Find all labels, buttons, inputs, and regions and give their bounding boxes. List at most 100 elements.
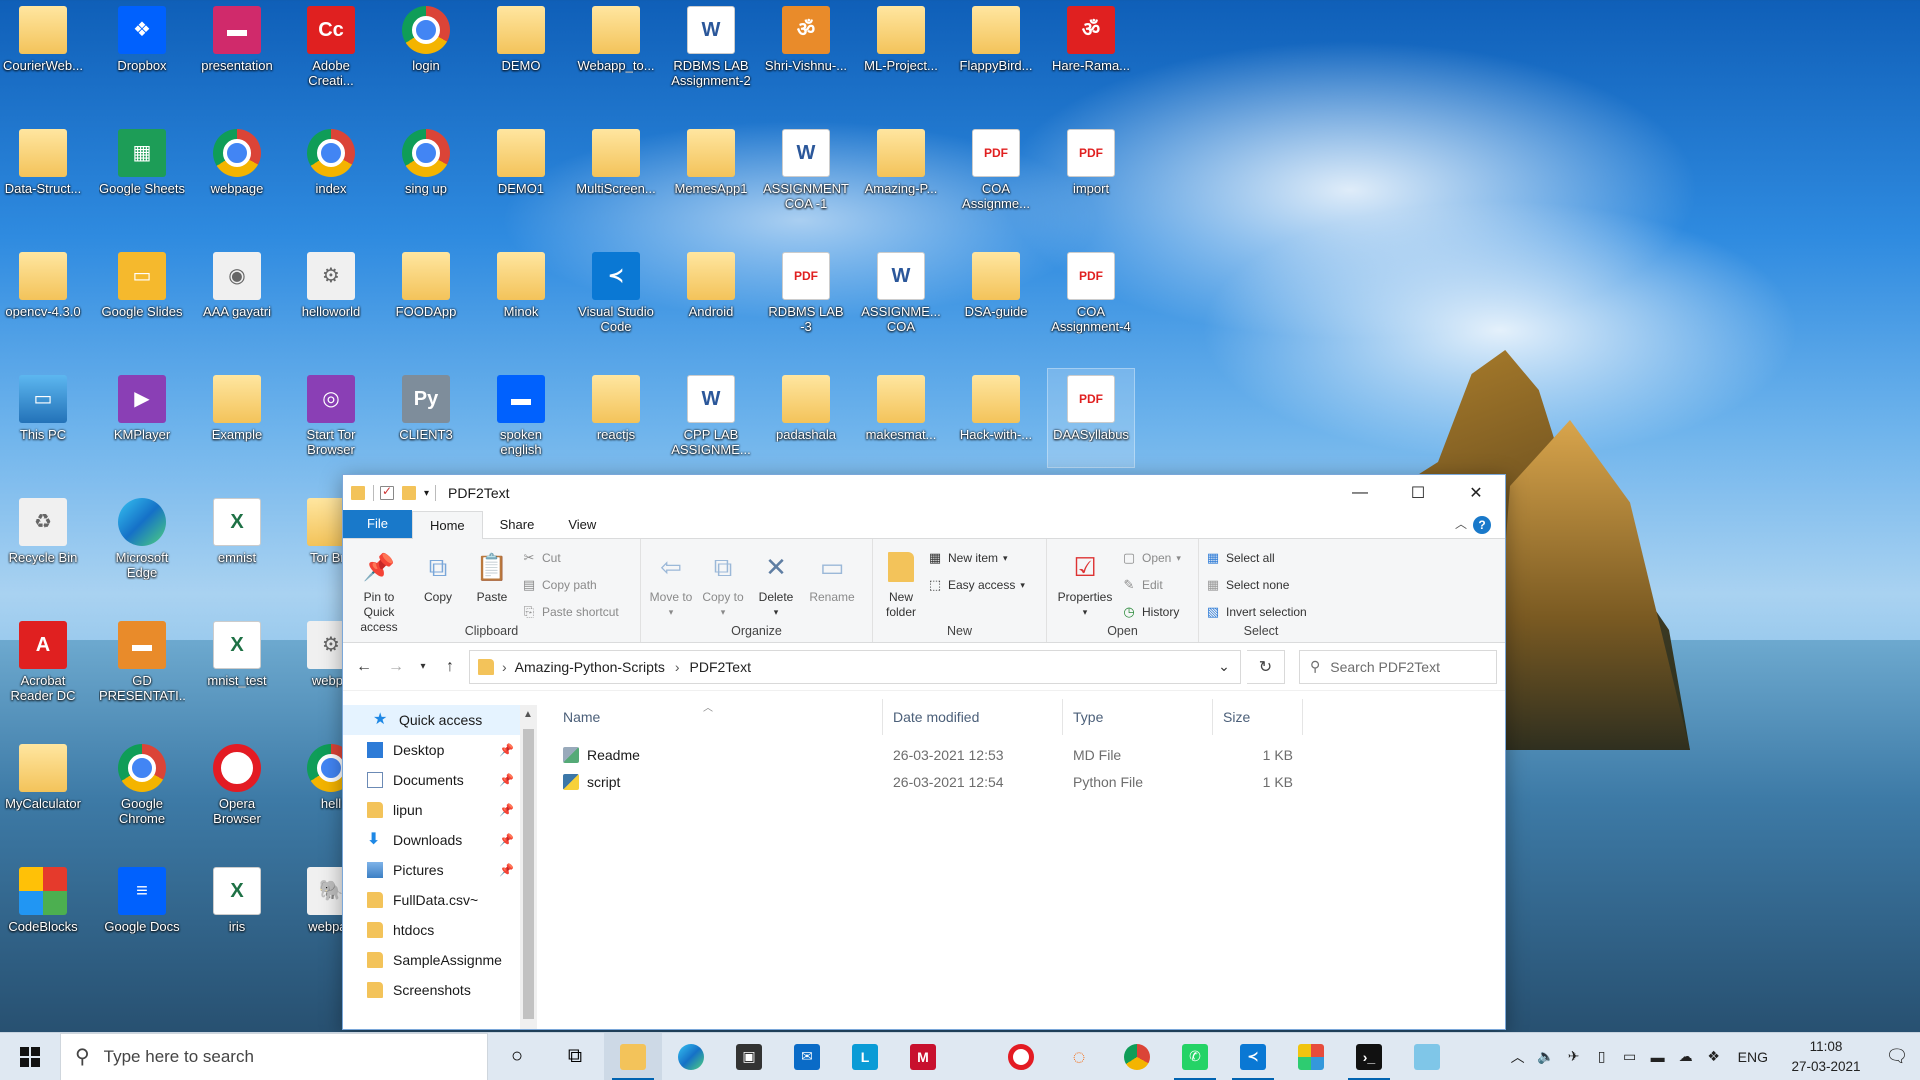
column-size[interactable]: Size: [1213, 699, 1303, 735]
column-date-modified[interactable]: Date modified: [883, 699, 1063, 735]
desktop-shortcut[interactable]: opencv-4.3.0: [0, 246, 86, 344]
clock[interactable]: 11:08 27-03-2021: [1778, 1037, 1874, 1077]
table-row[interactable]: script 26-03-2021 12:54 Python File 1 KB: [553, 768, 1505, 795]
desktop-shortcut[interactable]: ⚙ helloworld: [288, 246, 374, 344]
column-name[interactable]: Name ︿: [553, 699, 883, 735]
desktop-shortcut[interactable]: PDF DAASyllabus: [1047, 368, 1135, 468]
cut-button[interactable]: ✂ Cut: [521, 547, 619, 569]
sidebar-item[interactable]: FullData.csv~: [343, 885, 520, 915]
desktop-shortcut[interactable]: W CPP LAB ASSIGNME...: [668, 369, 754, 467]
minimize-icon[interactable]: —: [1331, 475, 1389, 511]
desktop-shortcut[interactable]: DEMO1: [478, 123, 564, 221]
desktop-shortcut[interactable]: PDF COA Assignme...: [953, 123, 1039, 221]
chrome-taskbar-icon[interactable]: [1108, 1033, 1166, 1080]
desktop-shortcut[interactable]: ▬ spoken english: [478, 369, 564, 467]
maximize-icon[interactable]: ☐: [1389, 475, 1447, 511]
select-none-button[interactable]: ▦ Select none: [1205, 574, 1307, 596]
pin-icon[interactable]: 📌: [499, 803, 514, 817]
desktop-shortcut[interactable]: padashala: [763, 369, 849, 467]
desktop-shortcut[interactable]: Opera Browser: [194, 738, 280, 836]
desktop-shortcut[interactable]: makesmat...: [858, 369, 944, 467]
desktop-shortcut[interactable]: PDF COA Assignment-4: [1048, 246, 1134, 344]
desktop-shortcut[interactable]: Microsoft Edge: [99, 492, 185, 590]
desktop-shortcut[interactable]: PDF RDBMS LAB -3: [763, 246, 849, 344]
desktop-shortcut[interactable]: W RDBMS LAB Assignment-2: [668, 0, 754, 98]
battery-icon[interactable]: ▬: [1644, 1049, 1672, 1065]
copy-path-button[interactable]: ▤ Copy path: [521, 574, 619, 596]
new-item-button[interactable]: ▦ New item ▾: [927, 547, 1025, 569]
store-taskbar-icon[interactable]: ▣: [720, 1033, 778, 1080]
chevron-down-icon[interactable]: ▾: [424, 488, 429, 499]
column-type[interactable]: Type: [1063, 699, 1213, 735]
desktop-shortcut[interactable]: MyCalculator: [0, 738, 86, 836]
sidebar-item[interactable]: lipun 📌: [343, 795, 520, 825]
tab-file[interactable]: File: [343, 510, 412, 538]
edit-button[interactable]: ✎ Edit: [1121, 574, 1181, 596]
desktop-shortcut[interactable]: ❖ Dropbox: [99, 0, 185, 98]
desktop-shortcut[interactable]: ▭ This PC: [0, 369, 86, 467]
desktop-shortcut[interactable]: Xemnist: [194, 492, 280, 590]
tab-home[interactable]: Home: [411, 511, 483, 539]
desktop-shortcut[interactable]: FOODApp: [383, 246, 469, 344]
desktop-shortcut[interactable]: FlappyBird...: [953, 0, 1039, 98]
scroll-thumb[interactable]: [523, 729, 534, 1019]
select-all-button[interactable]: ▦ Select all: [1205, 547, 1307, 569]
tab-view[interactable]: View: [551, 512, 613, 538]
dropbox-tray-icon[interactable]: ❖: [1700, 1048, 1728, 1065]
taskbar-search-box[interactable]: ⚲ Type here to search: [60, 1032, 488, 1080]
desktop-shortcut[interactable]: MemesApp1: [668, 123, 754, 221]
desktop-shortcut[interactable]: Google Chrome: [99, 738, 185, 836]
properties-quick-icon[interactable]: [380, 484, 394, 500]
cortana-icon[interactable]: ○: [488, 1033, 546, 1080]
whatsapp-taskbar-icon[interactable]: ✆: [1166, 1033, 1224, 1080]
desktop-shortcut[interactable]: ॐ Shri-Vishnu-...: [763, 0, 849, 98]
desktop-shortcut[interactable]: W ASSIGNME... COA: [858, 246, 944, 344]
show-hidden-icons-chevron-icon[interactable]: ︿: [1504, 1047, 1532, 1067]
sidebar-item[interactable]: Documents 📌: [343, 765, 520, 795]
desktop-shortcut[interactable]: Py CLIENT3: [383, 369, 469, 467]
task-view-icon[interactable]: ⧉: [546, 1033, 604, 1080]
desktop-shortcut[interactable]: Xmnist_test: [194, 615, 280, 713]
forward-arrow-icon[interactable]: →: [383, 658, 409, 676]
desktop-shortcut[interactable]: index: [288, 123, 374, 221]
desktop-shortcut[interactable]: MultiScreen...: [573, 123, 659, 221]
device-icon[interactable]: ▯: [1588, 1048, 1616, 1065]
desktop-shortcut[interactable]: ◉ AAA gayatri: [194, 246, 280, 344]
up-arrow-icon[interactable]: ↑: [437, 658, 463, 676]
desktop-shortcut[interactable]: ▭ Google Slides: [99, 246, 185, 344]
desktop-shortcut[interactable]: CourierWeb...: [0, 0, 86, 98]
recent-locations-chevron-icon[interactable]: ▾: [415, 661, 431, 672]
title-bar[interactable]: ▾ PDF2Text — ☐ ✕: [343, 475, 1505, 511]
desktop-shortcut[interactable]: ▬ presentation: [194, 0, 280, 98]
refresh-icon[interactable]: ↻: [1247, 649, 1285, 684]
desktop-shortcut[interactable]: CodeBlocks: [0, 861, 86, 959]
sidebar-item[interactable]: ⬇ Downloads 📌: [343, 825, 520, 855]
breadcrumb-separator[interactable]: ›: [675, 659, 680, 675]
jupyter-taskbar-icon[interactable]: ◌: [1050, 1033, 1108, 1080]
mcafee-taskbar-icon[interactable]: M: [894, 1033, 952, 1080]
search-box[interactable]: ⚲ Search PDF2Text: [1299, 649, 1497, 684]
airplane-mode-icon[interactable]: ✈: [1560, 1048, 1588, 1065]
desktop-shortcut[interactable]: ▬ GD PRESENTATI...: [99, 615, 185, 713]
scroll-up-arrow-icon[interactable]: ▲: [523, 709, 533, 720]
sidebar-item[interactable]: SampleAssignme: [343, 945, 520, 975]
desktop-shortcut[interactable]: DSA-guide: [953, 246, 1039, 344]
desktop-shortcut[interactable]: Android: [668, 246, 754, 344]
back-arrow-icon[interactable]: ←: [351, 658, 377, 676]
sidebar-item[interactable]: htdocs: [343, 915, 520, 945]
desktop-shortcut[interactable]: Cc Adobe Creati...: [288, 0, 374, 98]
breadcrumb-item[interactable]: PDF2Text: [690, 659, 751, 675]
nav-scrollbar[interactable]: ▲: [520, 705, 537, 1029]
sidebar-item[interactable]: ★ Quick access: [343, 705, 520, 735]
display-icon[interactable]: ▭: [1616, 1048, 1644, 1065]
notifications-icon[interactable]: 🗨: [1874, 1046, 1920, 1067]
pin-icon[interactable]: 📌: [499, 863, 514, 877]
desktop-shortcut[interactable]: ML-Project...: [858, 0, 944, 98]
notepad-taskbar-icon[interactable]: [1398, 1033, 1456, 1080]
language-indicator[interactable]: ENG: [1728, 1049, 1778, 1065]
desktop-shortcut[interactable]: PDF import: [1048, 123, 1134, 221]
desktop-shortcut[interactable]: ≡ Google Docs: [99, 861, 185, 959]
easy-access-button[interactable]: ⬚ Easy access ▾: [927, 574, 1025, 596]
history-button[interactable]: ◷ History: [1121, 601, 1181, 623]
invert-selection-button[interactable]: ▧ Invert selection: [1205, 601, 1307, 623]
